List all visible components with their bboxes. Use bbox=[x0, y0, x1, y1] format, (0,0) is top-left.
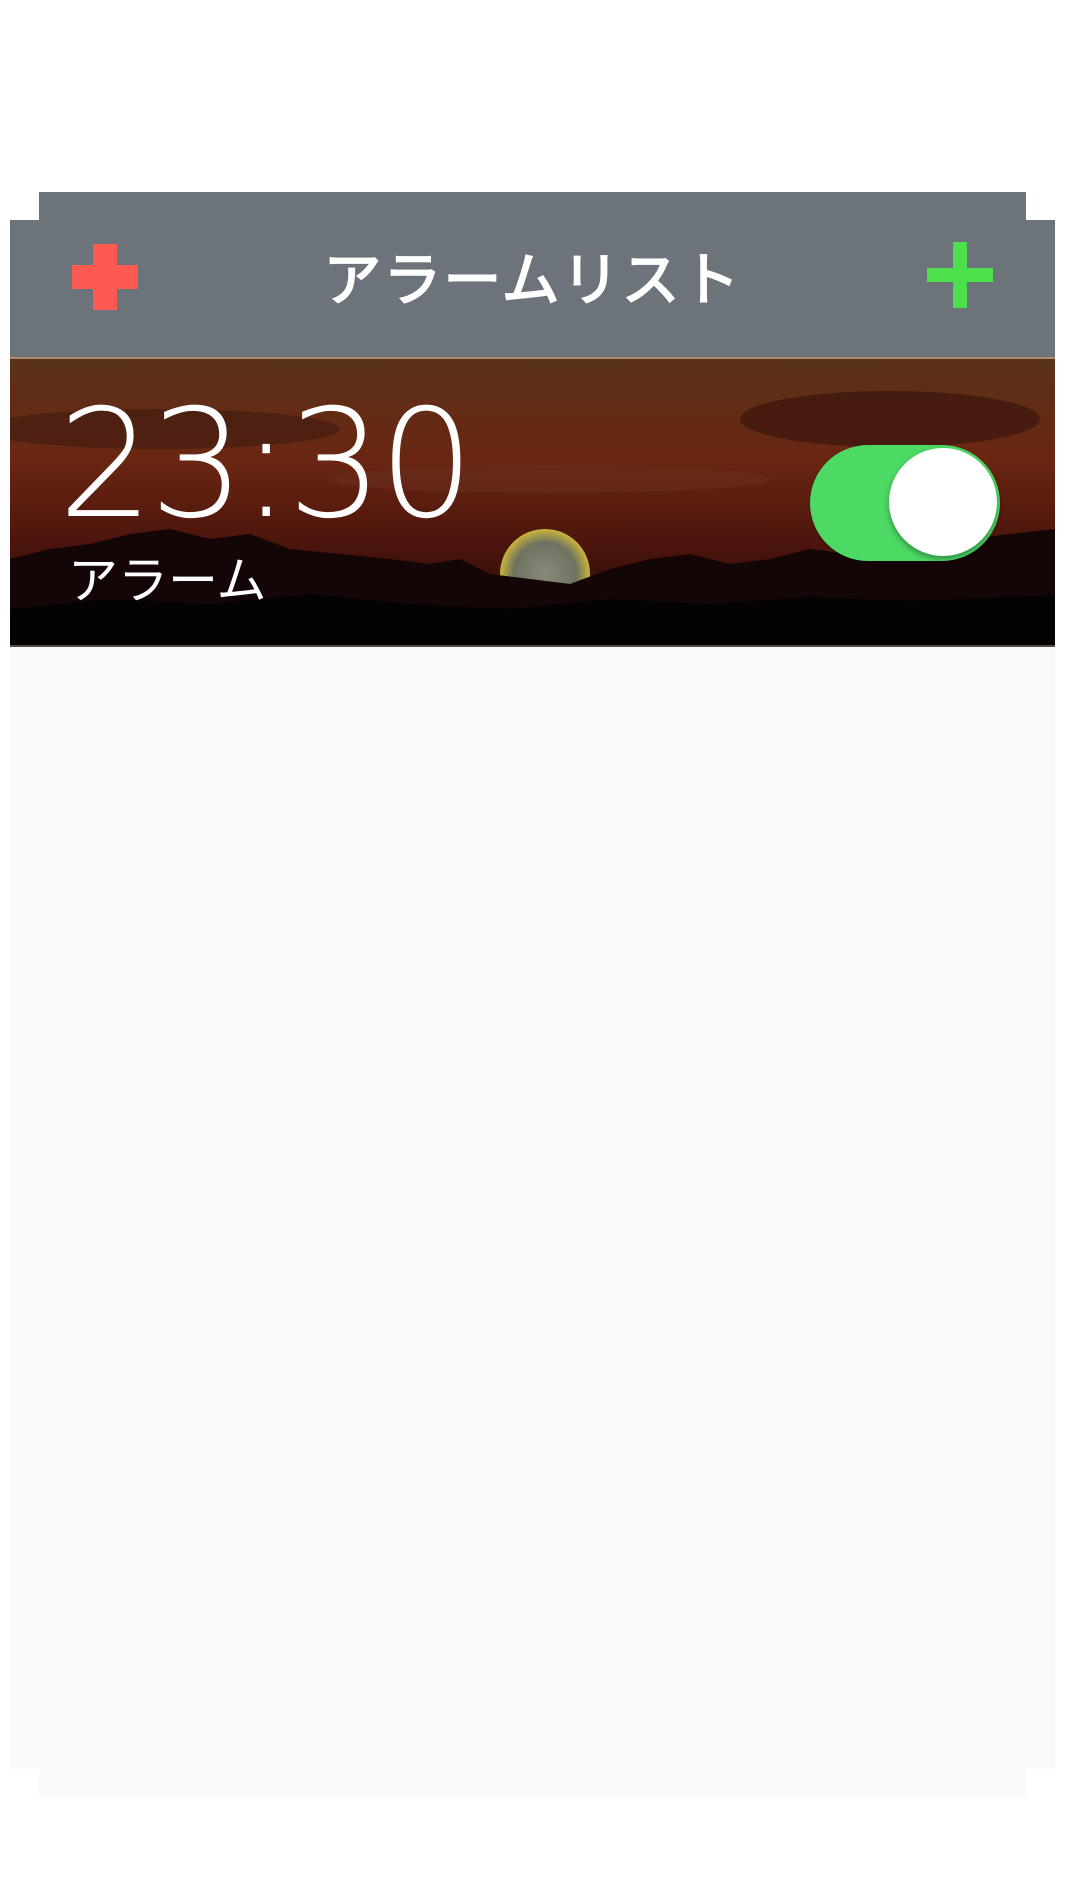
alarm-label: アラーム bbox=[68, 552, 267, 610]
page-title: アラームリスト bbox=[323, 246, 742, 314]
alarm-enable-toggle[interactable] bbox=[810, 445, 1000, 561]
navigation-bar: アラームリスト bbox=[10, 192, 1055, 357]
screen: アラームリスト 23:30 アラーム bbox=[0, 0, 1065, 1893]
alarm-list-item[interactable]: 23:30 アラーム bbox=[10, 357, 1055, 647]
green-plus-icon[interactable] bbox=[925, 240, 995, 310]
alarm-time: 23:30 bbox=[58, 378, 474, 552]
empty-list-area bbox=[10, 647, 1055, 1797]
app-frame: アラームリスト 23:30 アラーム bbox=[10, 192, 1055, 1797]
toggle-knob bbox=[889, 448, 997, 556]
